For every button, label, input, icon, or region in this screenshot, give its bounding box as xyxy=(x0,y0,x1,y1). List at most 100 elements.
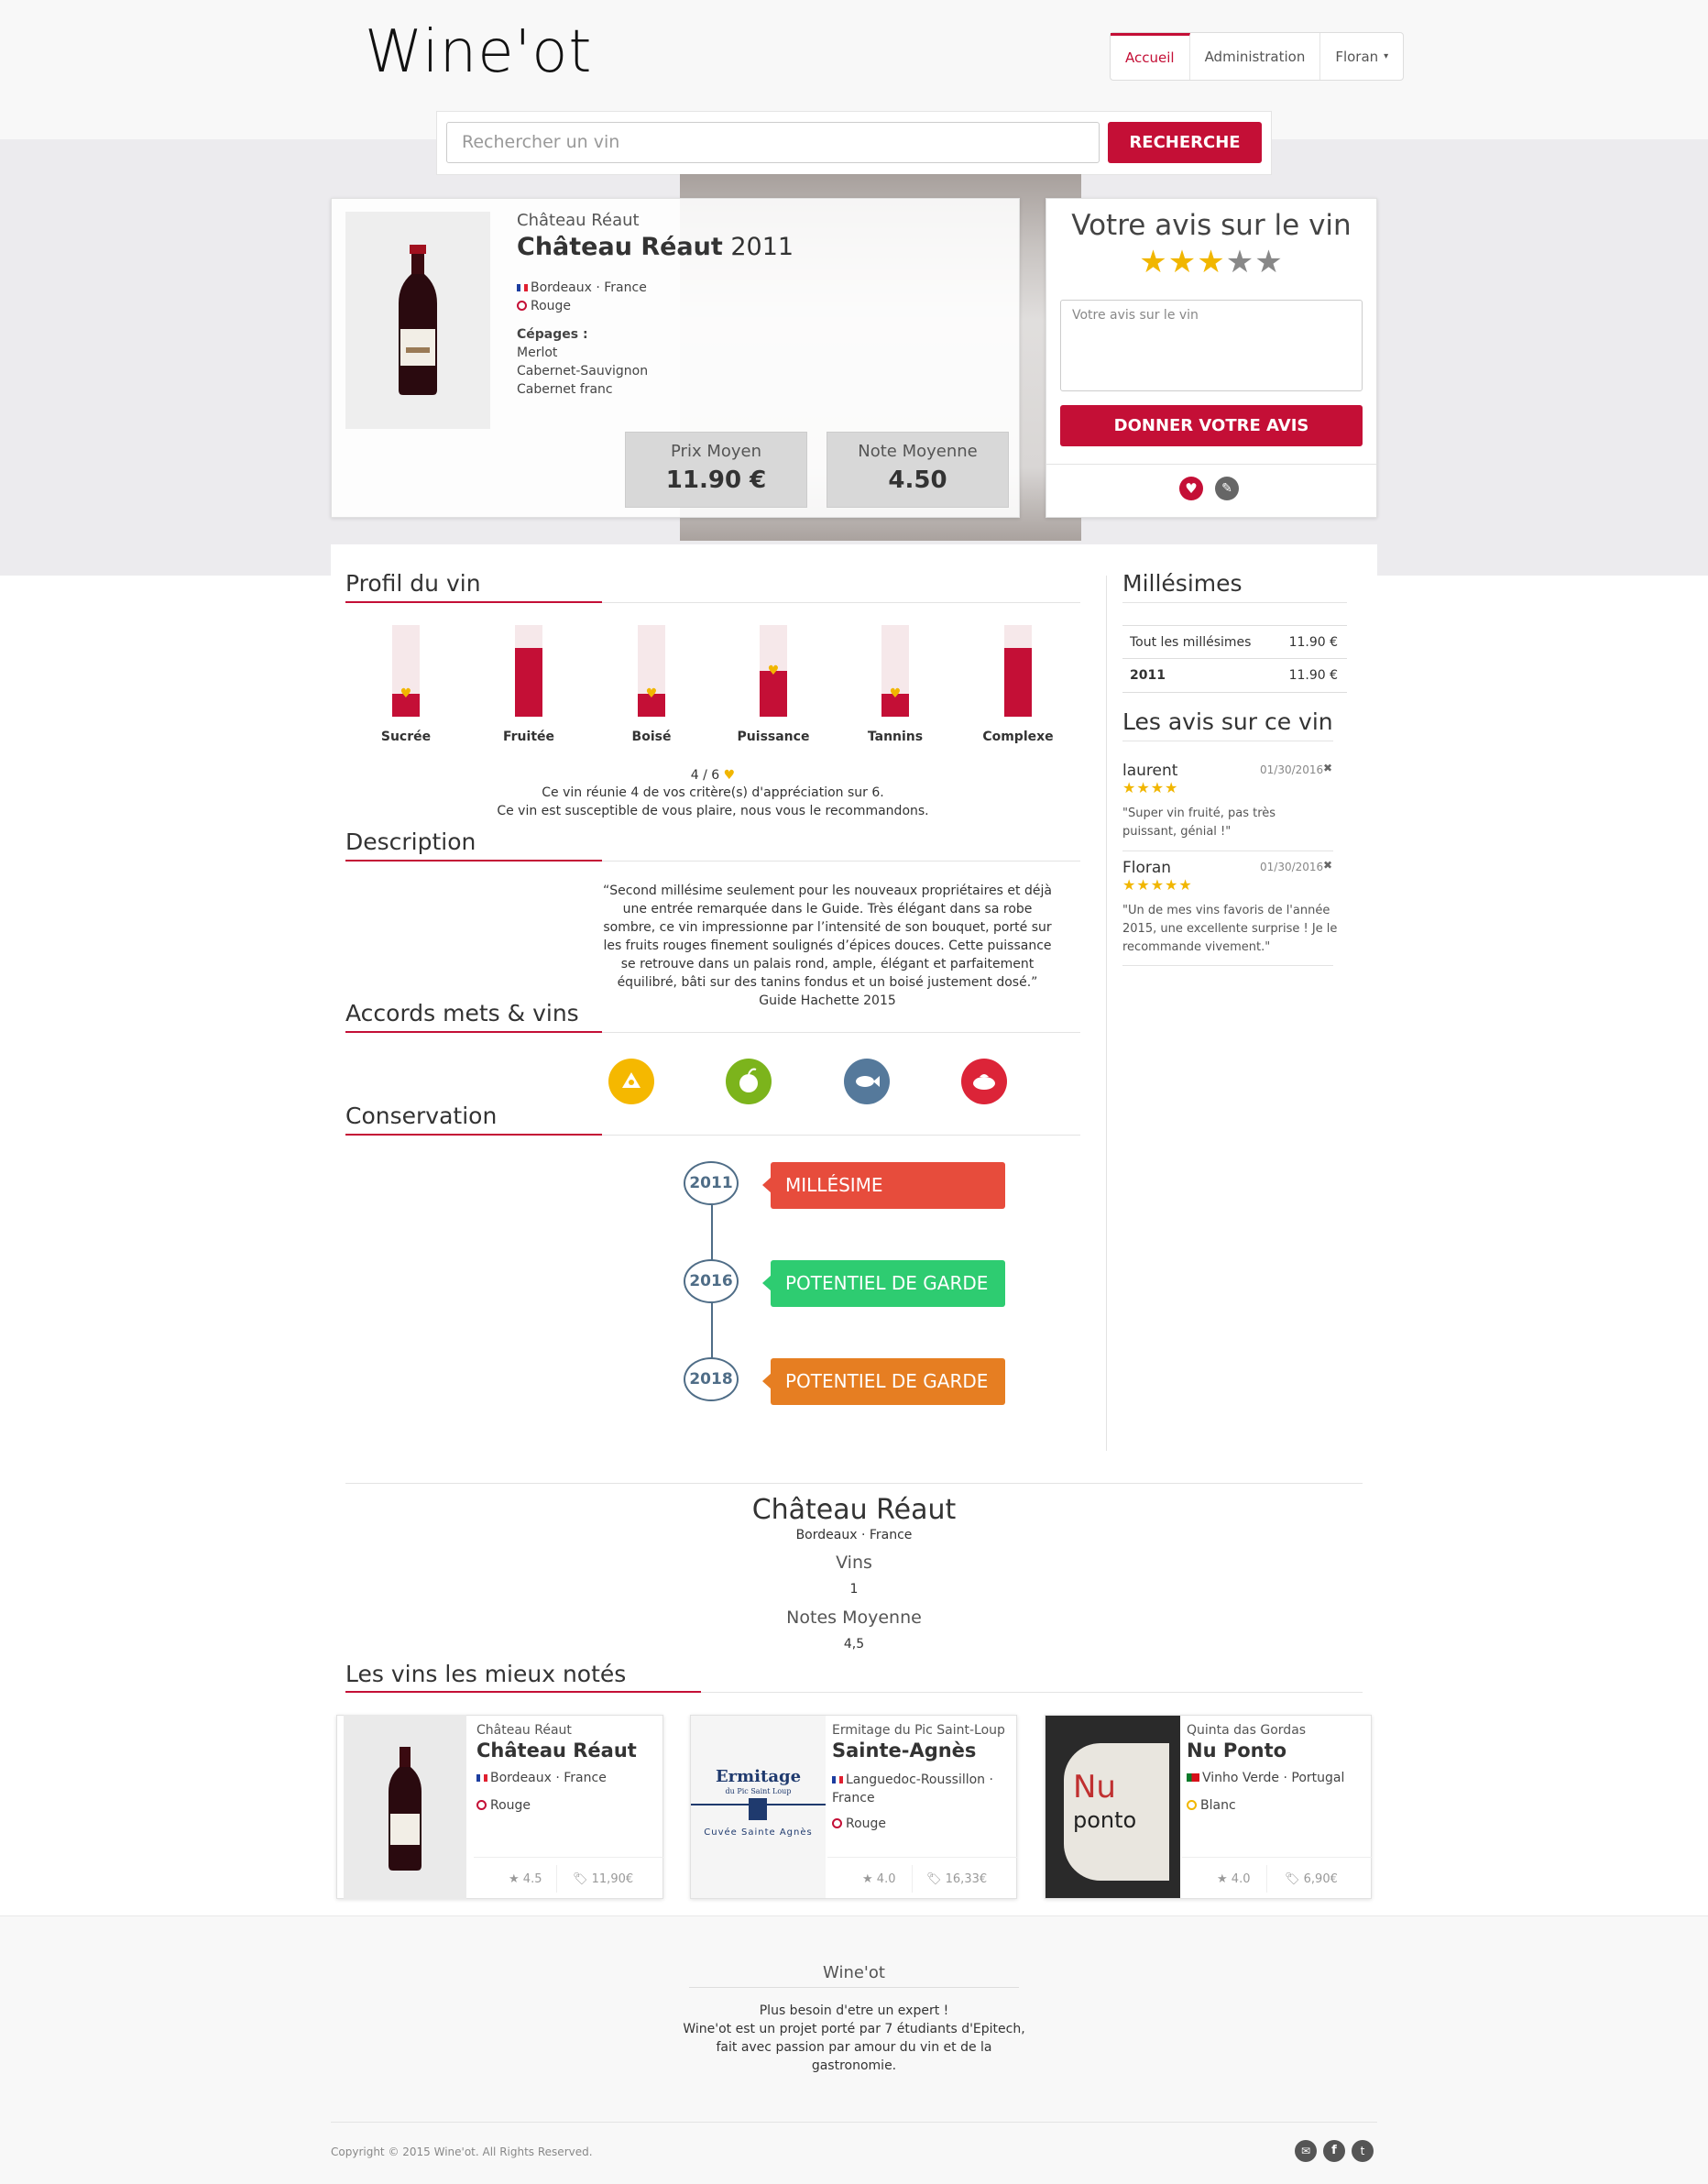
profile-bar-track xyxy=(515,625,542,717)
divider xyxy=(689,1987,1019,1988)
title-underline xyxy=(345,1134,602,1136)
profile-title: Profil du vin xyxy=(345,570,481,597)
footer-title: Wine'ot xyxy=(823,1963,885,1982)
stat-divider xyxy=(1266,1865,1267,1893)
vintage-row[interactable]: Tout les millésimes 11.90 € xyxy=(1122,625,1347,659)
top-wine-stats: ★ 4.5 🏷 11,90€ xyxy=(474,1857,663,1899)
star-icon[interactable]: ★ xyxy=(1139,244,1167,280)
top-wine-name: Château Réaut xyxy=(476,1740,637,1761)
wine-color: Rouge xyxy=(517,299,571,313)
grape-item: Merlot xyxy=(517,346,558,360)
user-name: Floran xyxy=(1335,48,1379,65)
edit-pencil-icon[interactable]: ✎ xyxy=(1215,477,1239,500)
footer-line: gastronomie. xyxy=(811,2058,897,2073)
pairings-title: Accords mets & vins xyxy=(345,1000,579,1026)
nav-administration[interactable]: Administration xyxy=(1190,33,1321,80)
timeline-tag: POTENTIEL DE GARDE xyxy=(762,1358,1005,1405)
submit-review-button[interactable]: DONNER VOTRE AVIS xyxy=(1060,405,1363,446)
profile-summary-2: Ce vin est susceptible de vous plaire, n… xyxy=(497,804,929,818)
delete-review-icon[interactable]: ✖ xyxy=(1323,859,1332,872)
vintage-price: 11.90 € xyxy=(1288,668,1338,683)
favorite-heart-icon[interactable]: ♥ xyxy=(1179,477,1203,500)
profile-bar-fill xyxy=(1004,648,1032,717)
estate-region: Bordeaux · France xyxy=(795,1528,913,1542)
profile-bar-track xyxy=(1004,625,1032,717)
footer-line: Wine'ot est un projet porté par 7 étudia… xyxy=(683,2022,1025,2036)
review-star-rating[interactable]: ★★★★★ xyxy=(1046,244,1377,280)
facebook-icon[interactable]: f xyxy=(1323,2140,1345,2162)
label-text: du Pic Saint Loup xyxy=(725,1787,792,1795)
divider xyxy=(331,2122,1377,2123)
review-date: 01/30/2016 xyxy=(1260,861,1324,873)
title-underline xyxy=(345,860,602,862)
title-underline xyxy=(345,1691,701,1693)
review-textarea[interactable]: Votre avis sur le vin xyxy=(1060,300,1363,391)
divider xyxy=(1122,602,1347,603)
copyright: Copyright © 2015 Wine'ot. All Rights Res… xyxy=(331,2146,593,2158)
top-wine-producer: Quinta das Gordas xyxy=(1187,1723,1307,1738)
red-wine-dot-icon xyxy=(832,1818,842,1828)
wine-region: Bordeaux · France xyxy=(517,280,647,295)
column-divider xyxy=(1106,576,1107,1451)
wine-title: Château Réaut 2011 xyxy=(517,233,794,261)
avg-price-label: Prix Moyen xyxy=(671,442,761,461)
estate-rating: 4,5 xyxy=(843,1637,865,1652)
portugal-flag-icon xyxy=(1187,1773,1199,1782)
star-icon[interactable]: ★ xyxy=(1226,244,1254,280)
match-heart-icon: ♥ xyxy=(767,664,780,678)
white-wine-dot-icon xyxy=(1187,1800,1197,1810)
profile-score: 4 / 6 ♥ xyxy=(345,768,1080,783)
mail-icon[interactable]: ✉ xyxy=(1295,2140,1317,2162)
vintage-row[interactable]: 2011 11.90 € xyxy=(1122,659,1347,693)
star-icon[interactable]: ★ xyxy=(1168,244,1197,280)
price-stat: 🏷 6,90€ xyxy=(1285,1872,1338,1886)
nav-accueil[interactable]: Accueil xyxy=(1111,33,1190,80)
delete-review-icon[interactable]: ✖ xyxy=(1323,762,1332,774)
nav-user-menu[interactable]: Floran ▾ xyxy=(1320,33,1403,80)
top-wine-region: Vinho Verde · Portugal xyxy=(1187,1771,1344,1785)
wine-label-image: Ermitage du Pic Saint Loup Cuvée Sainte … xyxy=(691,1716,826,1898)
profile-bar-track: ♥ xyxy=(881,625,909,717)
description-text: “Second millésime seulement pour les nou… xyxy=(603,883,1052,1008)
star-icon: ★ xyxy=(1165,876,1179,894)
avg-price-value: 11.90 € xyxy=(665,466,767,494)
meat-icon xyxy=(961,1059,1007,1104)
search-input[interactable]: Rechercher un vin xyxy=(446,122,1100,163)
star-icon: ★ xyxy=(1165,779,1179,796)
rating-stat: ★ 4.0 xyxy=(1217,1872,1251,1886)
review-text: "Un de mes vins favoris de l'année 2015,… xyxy=(1122,904,1338,954)
rating-stat: ★ 4.0 xyxy=(862,1872,896,1886)
brand-logo[interactable]: Wine'ot xyxy=(365,15,592,90)
color-text: Rouge xyxy=(846,1816,887,1831)
conservation-title: Conservation xyxy=(345,1103,498,1129)
red-wine-dot-icon xyxy=(517,301,527,311)
france-flag-icon xyxy=(832,1776,843,1783)
top-wine-stats: ★ 4.0 🏷 16,33€ xyxy=(827,1857,1017,1899)
search-button[interactable]: RECHERCHE xyxy=(1108,122,1262,163)
divider xyxy=(1122,965,1333,966)
rating-stat: ★ 4.5 xyxy=(509,1872,542,1886)
review-user: Floran xyxy=(1122,859,1172,877)
region-text: Vinho Verde · Portugal xyxy=(1202,1771,1345,1785)
wine-name: Château Réaut xyxy=(517,233,723,261)
stat-divider xyxy=(912,1865,913,1893)
profile-bar-label: Sucrée xyxy=(380,730,432,744)
review-form-title: Votre avis sur le vin xyxy=(1071,209,1352,242)
profile-bar-track: ♥ xyxy=(392,625,420,717)
review-stars: ★★★★★ xyxy=(1122,876,1193,894)
top-wine-color: Rouge xyxy=(476,1798,531,1813)
star-icon: ★ xyxy=(1178,876,1193,894)
price-stat: 🏷 11,90€ xyxy=(573,1872,634,1886)
grape-item: Cabernet-Sauvignon xyxy=(517,364,649,379)
rating-value: 4.5 xyxy=(522,1872,542,1886)
twitter-icon[interactable]: t xyxy=(1352,2140,1374,2162)
fish-icon xyxy=(844,1059,890,1104)
wine-bottle-image xyxy=(344,1715,466,1899)
match-heart-icon: ♥ xyxy=(400,686,412,701)
estate-wines-label: Vins xyxy=(836,1553,872,1573)
star-icon[interactable]: ★ xyxy=(1254,244,1283,280)
star-icon[interactable]: ★ xyxy=(1197,244,1225,280)
heart-icon: ♥ xyxy=(723,768,736,783)
star-icon: ★ xyxy=(1136,876,1151,894)
profile-bar-label: Complexe xyxy=(982,730,1054,744)
